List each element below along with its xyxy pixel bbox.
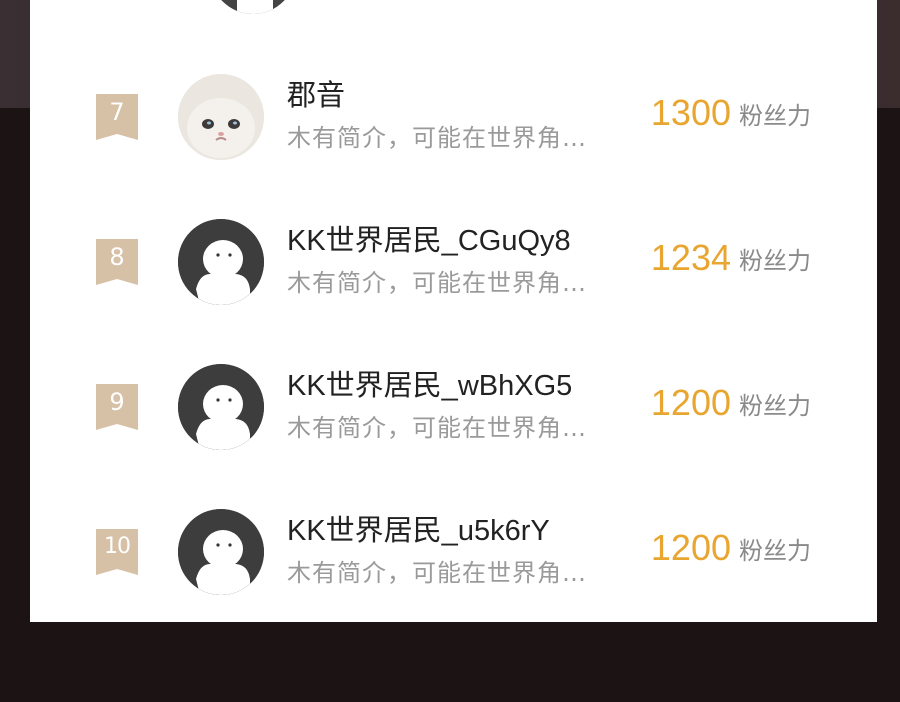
score-value: 1200 [650,527,731,568]
list-item[interactable]: 10 KK世界居民_u5k6rY 木有简介，可能在世界角… 1200 粉丝力 [30,509,877,609]
fan-power-score: 1234 粉丝力 [651,237,811,279]
fan-ranking-list: Ηf 7 郡音 木有简介，可能在世界角… 1300 粉丝力 [30,0,877,622]
user-name[interactable]: KK世界居民_u5k6rY [287,507,550,549]
list-item[interactable]: 7 郡音 木有简介，可能在世界角… 1300 粉丝力 [30,74,877,174]
user-name[interactable]: 郡音 [287,72,345,114]
rank-badge: 7 [96,94,138,140]
score-unit: 粉丝力 [739,101,811,130]
user-bio: 木有简介，可能在世界角… [287,269,587,297]
rank-badge: 9 [96,384,138,430]
user-bio: 木有简介，可能在世界角… [287,414,587,442]
score-unit: 粉丝力 [739,246,811,275]
rank-badge: 10 [96,529,138,575]
previous-row-fragment: Ηf [316,0,356,6]
default-ghost-avatar[interactable] [178,219,264,305]
crying-cat-avatar[interactable] [178,74,264,160]
fan-power-score: 1300 粉丝力 [651,92,811,134]
rank-badge: 8 [96,239,138,285]
user-bio: 木有简介，可能在世界角… [287,124,587,152]
list-item[interactable]: 9 KK世界居民_wBhXG5 木有简介，可能在世界角… 1200 粉丝力 [30,364,877,464]
user-name[interactable]: KK世界居民_CGuQy8 [287,217,571,259]
score-unit: 粉丝力 [739,391,811,420]
score-value: 1300 [650,92,731,133]
fan-power-score: 1200 粉丝力 [651,527,811,569]
fan-power-score: 1200 粉丝力 [651,382,811,424]
score-value: 1200 [650,382,731,423]
default-ghost-avatar[interactable] [178,364,264,450]
user-bio: 木有简介，可能在世界角… [287,559,587,587]
score-unit: 粉丝力 [739,536,811,565]
list-item[interactable]: 8 KK世界居民_CGuQy8 木有简介，可能在世界角… 1234 粉丝力 [30,219,877,319]
default-ghost-avatar[interactable] [178,509,264,595]
score-value: 1234 [650,237,731,278]
avatar[interactable] [210,0,296,14]
user-name[interactable]: KK世界居民_wBhXG5 [287,362,572,404]
